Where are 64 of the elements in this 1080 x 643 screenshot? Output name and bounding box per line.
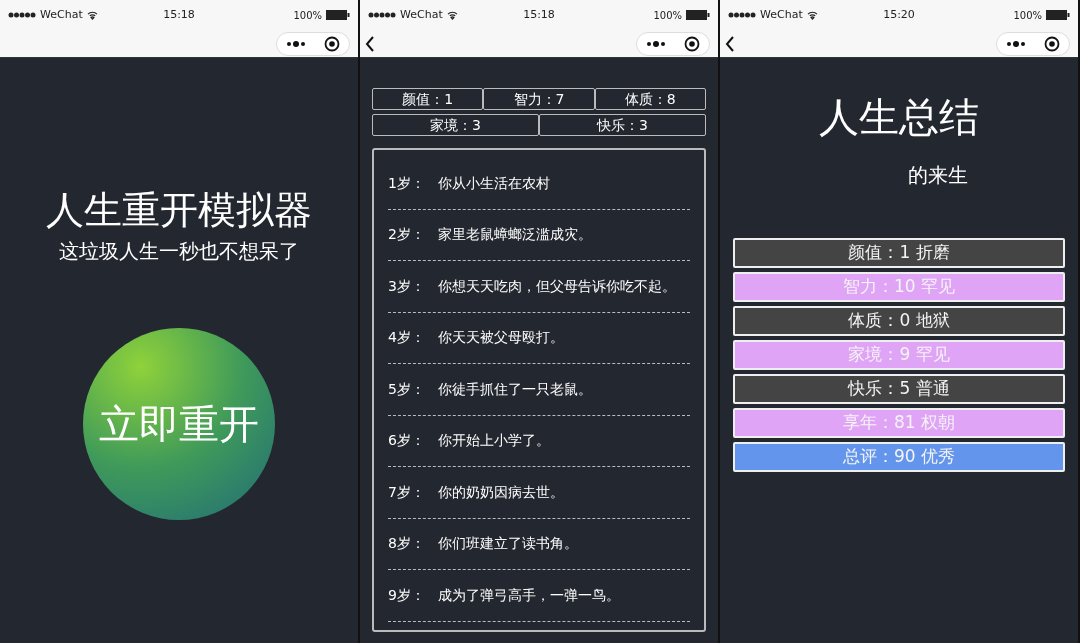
- event-text: 你徒手抓住了一只老鼠。: [438, 379, 592, 399]
- capsule-menu[interactable]: [996, 31, 1070, 56]
- carrier-name: WeChat: [400, 6, 443, 23]
- battery-icon: [326, 10, 350, 20]
- wifi-icon: [806, 10, 818, 20]
- event-age: 7岁：: [388, 482, 426, 502]
- event-text: 你想天天吃肉，但父母告诉你吃不起。: [438, 276, 676, 296]
- status-time: 15:18: [523, 6, 555, 23]
- capsule-menu[interactable]: [276, 31, 350, 56]
- more-icon[interactable]: [1006, 40, 1026, 47]
- status-time: 15:18: [163, 6, 195, 23]
- event-age: 8岁：: [388, 534, 426, 554]
- carrier-name: WeChat: [40, 6, 83, 23]
- event-text: 家里老鼠蟑螂泛滥成灾。: [438, 225, 592, 245]
- result-row: 享年：81 权朝: [733, 408, 1065, 438]
- summary-title: 人生总结: [819, 93, 979, 142]
- event-age: 4岁：: [388, 328, 426, 348]
- battery-percent: 100%: [653, 8, 682, 23]
- attribute-cell: 快乐：3: [539, 114, 706, 136]
- close-icon[interactable]: [1044, 35, 1060, 52]
- event-text: 成为了弹弓高手，一弹一鸟。: [438, 585, 620, 605]
- result-row: 智力：10 罕见: [733, 272, 1065, 302]
- attribute-cell: 颜值：1: [372, 88, 484, 110]
- attribute-cell: 家境：3: [372, 114, 539, 136]
- battery-icon: [686, 10, 710, 20]
- event-text: 你天天被父母殴打。: [438, 328, 564, 348]
- capsule-menu[interactable]: [636, 31, 710, 56]
- battery-icon: [1046, 10, 1070, 20]
- event-text: 你的奶奶因病去世。: [438, 482, 564, 502]
- back-icon[interactable]: [364, 34, 376, 53]
- battery-percent: 100%: [293, 8, 322, 23]
- event-age: 2岁：: [388, 225, 426, 245]
- restart-button[interactable]: 立即重开: [83, 328, 275, 520]
- event-age: 5岁：: [388, 379, 426, 399]
- result-row: 总评：90 优秀: [733, 442, 1065, 472]
- signal-icon: [728, 12, 756, 18]
- battery-percent: 100%: [1013, 8, 1042, 23]
- app-subtitle: 这垃圾人生一秒也不想呆了: [59, 238, 299, 264]
- event-text: 你们班建立了读书角。: [438, 534, 578, 554]
- result-row: 家境：9 罕见: [733, 340, 1065, 370]
- wifi-icon: [86, 10, 98, 20]
- event-age: 6岁：: [388, 431, 426, 451]
- event-age: 1岁：: [388, 173, 426, 193]
- result-row: 颜值：1 折磨: [733, 238, 1065, 268]
- summary-subtitle: 的来生: [908, 162, 968, 188]
- carrier-name: WeChat: [760, 6, 803, 23]
- status-time: 15:20: [883, 6, 915, 23]
- attribute-cell: 体质：8: [594, 88, 706, 110]
- wifi-icon: [446, 10, 458, 20]
- close-icon[interactable]: [684, 35, 700, 52]
- event-age: 3岁：: [388, 276, 426, 296]
- signal-icon: [8, 12, 36, 18]
- result-row: 快乐：5 普通: [733, 374, 1065, 404]
- back-icon[interactable]: [724, 34, 736, 53]
- event-text: 你从小生活在农村: [438, 173, 550, 193]
- close-icon[interactable]: [324, 35, 340, 52]
- result-row: 体质：0 地狱: [733, 306, 1065, 336]
- event-text: 你开始上小学了。: [438, 431, 550, 451]
- event-age: 9岁：: [388, 585, 426, 605]
- more-icon[interactable]: [286, 40, 306, 47]
- attribute-cell: 智力：7: [483, 88, 595, 110]
- app-title: 人生重开模拟器: [46, 188, 312, 232]
- more-icon[interactable]: [646, 40, 666, 47]
- signal-icon: [368, 12, 396, 18]
